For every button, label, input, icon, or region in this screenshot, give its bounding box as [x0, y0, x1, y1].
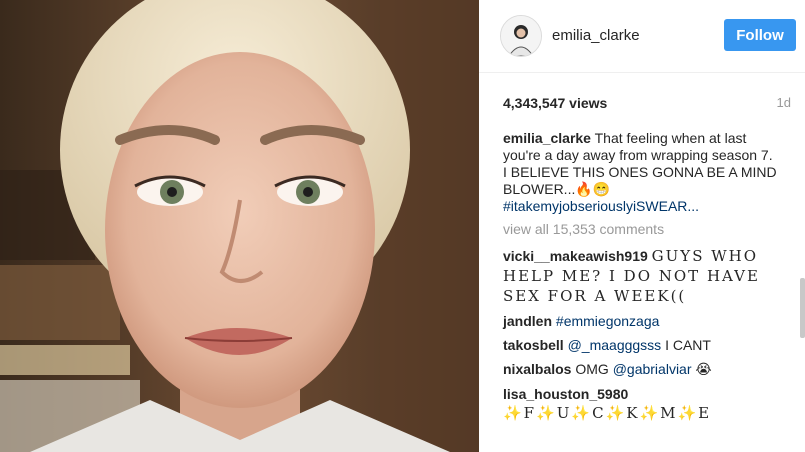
- comment-author[interactable]: takosbell: [503, 337, 564, 353]
- post-media[interactable]: [0, 0, 479, 452]
- comment-text: I CANT: [665, 337, 711, 353]
- crying-emoji-icon: 😭: [695, 362, 712, 378]
- profile-avatar-icon[interactable]: [500, 15, 542, 57]
- comment-text: ✨F✨U✨C✨K✨M✨E: [503, 404, 712, 422]
- selfie-photo: [0, 0, 479, 452]
- caption-line2: I BELIEVE THIS ONES GONNA BE A MIND BLOW…: [503, 164, 777, 197]
- caption: emilia_clarke That feeling when at last …: [503, 130, 778, 215]
- comment-author[interactable]: nixalbalos: [503, 361, 571, 377]
- comment-item: vicki__makeawish919 GUYS WHO HELP ME? I …: [503, 246, 778, 306]
- comments-scrollbar[interactable]: [799, 20, 805, 338]
- comment-item: nixalbalos OMG @gabrialviar 😭: [503, 361, 778, 379]
- post-age[interactable]: 1d: [777, 95, 791, 110]
- caption-author[interactable]: emilia_clarke: [503, 130, 591, 146]
- username-link[interactable]: emilia_clarke: [552, 27, 640, 44]
- comment-author[interactable]: lisa_houston_5980: [503, 386, 628, 402]
- comment-author[interactable]: vicki__makeawish919: [503, 248, 648, 264]
- comment-mention[interactable]: @_maagggsss: [568, 337, 662, 353]
- caption-hashtag[interactable]: #itakemyjobseriouslyiSWEAR...: [503, 198, 699, 214]
- scrollbar-thumb[interactable]: [800, 278, 805, 338]
- comment-item: lisa_houston_5980 ✨F✨U✨C✨K✨M✨E: [503, 386, 778, 423]
- comment-item: jandlen #emmiegonzaga: [503, 313, 778, 330]
- comment-mention[interactable]: #emmiegonzaga: [556, 313, 660, 329]
- comment-mention[interactable]: @gabrialviar: [613, 361, 692, 377]
- comment-item: takosbell @_maagggsss I CANT: [503, 337, 778, 354]
- post-header: emilia_clarke Follow: [479, 0, 805, 73]
- view-all-comments-link[interactable]: view all 15,353 comments: [503, 221, 778, 238]
- view-count: 4,343,547 views: [503, 95, 608, 111]
- follow-button[interactable]: Follow: [724, 19, 796, 51]
- post-sidebar: emilia_clarke Follow 4,343,547 views 1d …: [479, 0, 805, 452]
- comment-author[interactable]: jandlen: [503, 313, 552, 329]
- post-stats: 4,343,547 views 1d: [503, 95, 791, 113]
- comments-list: emilia_clarke That feeling when at last …: [503, 130, 778, 430]
- comment-text: OMG: [575, 361, 609, 377]
